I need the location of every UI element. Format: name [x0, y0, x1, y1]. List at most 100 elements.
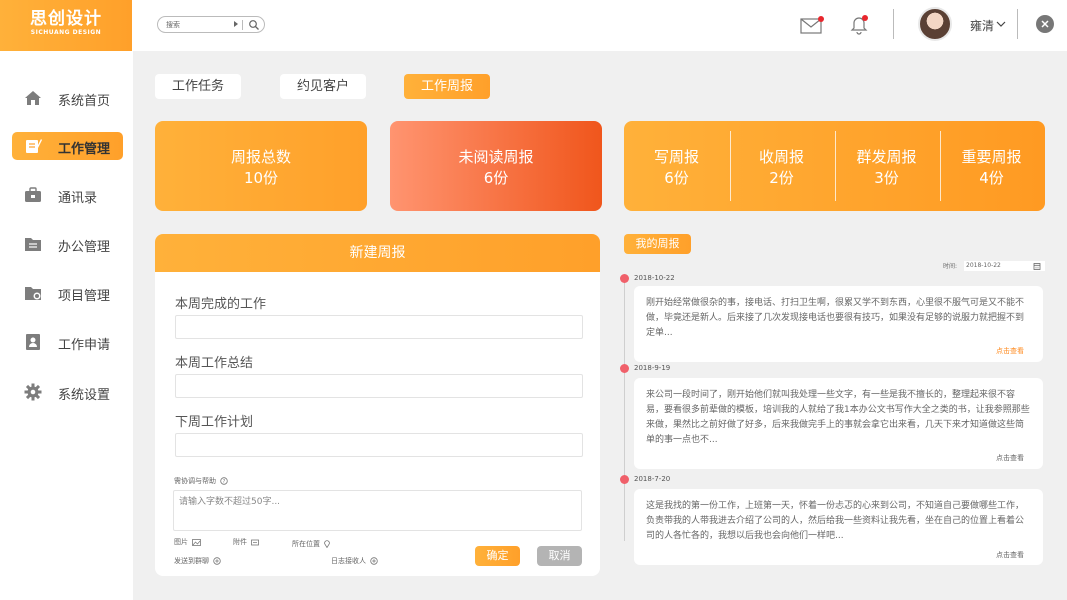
date-picker[interactable]: 2018-10-22: [964, 261, 1045, 271]
stat-received-reports[interactable]: 收周报 2份: [729, 121, 834, 211]
stat-broadcast-reports[interactable]: 群发周报 3份: [834, 121, 939, 211]
report-date: 2018-7-20: [634, 475, 671, 483]
tab-weekly-reports[interactable]: 工作周报: [404, 74, 490, 99]
report-card[interactable]: 来公司一段时间了，刚开始他们就叫我处理一些文字，有一些是我不擅长的，整理起来很不…: [634, 378, 1043, 469]
attach-image-label: 图片: [174, 538, 188, 546]
chevron-down-icon[interactable]: [996, 20, 1006, 28]
close-button[interactable]: [1036, 15, 1054, 33]
paperclip-icon: [251, 539, 260, 545]
question-icon[interactable]: ?: [220, 477, 228, 485]
sidebar-item-work-management[interactable]: 工作管理: [12, 132, 123, 160]
stat-value: 3份: [874, 169, 899, 187]
mail-icon[interactable]: [800, 15, 826, 35]
stat-value: 4份: [979, 169, 1004, 187]
stat-value: 10份: [243, 169, 279, 187]
search-icon[interactable]: [248, 19, 260, 31]
folder-gear-icon: [25, 287, 41, 300]
sidebar-item-label: 系统设置: [58, 388, 111, 403]
stat-card-unread[interactable]: 未阅读周报 6份: [390, 121, 602, 211]
field-label-completed: 本周完成的工作: [175, 297, 267, 312]
close-icon: [1041, 20, 1049, 28]
sidebar-item-label: 办公管理: [58, 240, 111, 255]
attach-file-button[interactable]: 附件: [233, 537, 260, 547]
bell-icon[interactable]: [848, 13, 870, 37]
confirm-button[interactable]: 确定: [475, 546, 520, 566]
search-input[interactable]: [166, 18, 236, 31]
attach-image-button[interactable]: 图片: [174, 537, 202, 547]
avatar[interactable]: [918, 7, 952, 41]
timeline-dot: [620, 364, 629, 373]
stat-title: 写周报: [653, 148, 699, 166]
send-to-group-button[interactable]: 发送到群聊: [174, 556, 221, 566]
receivers-button[interactable]: 日志接收人: [331, 556, 378, 566]
home-icon: [25, 91, 41, 105]
report-card[interactable]: 这是我找的第一份工作，上班第一天，怀着一份忐忑的心来到公司，不知道自己要做哪些工…: [634, 489, 1043, 565]
report-excerpt: 这是我找的第一份工作，上班第一天，怀着一份忐忑的心来到公司，不知道自己要做哪些工…: [646, 501, 1025, 541]
help-label-text: 需协调与帮助: [174, 477, 216, 485]
sidebar-item-settings[interactable]: 系统设置: [12, 378, 123, 406]
location-pin-icon: [324, 540, 331, 548]
sidebar-item-home[interactable]: 系统首页: [12, 84, 123, 112]
logo-subtitle: SICHUANG DESIGN: [30, 29, 102, 36]
top-bar: 思创设计 SICHUANG DESIGN 雍清: [0, 0, 1067, 51]
view-report-link[interactable]: 点击查看: [996, 550, 1024, 560]
report-excerpt: 刚开始经常做很杂的事，接电话、打扫卫生啊，很累又学不到东西，心里很不服气可是又不…: [646, 298, 1025, 338]
tab-work-tasks[interactable]: 工作任务: [155, 74, 241, 99]
briefcase-icon: [25, 187, 41, 202]
search-divider: [242, 20, 243, 30]
user-name[interactable]: 雍清: [970, 17, 994, 34]
timeline-line: [624, 279, 625, 541]
receivers-label: 日志接收人: [331, 557, 366, 565]
timeline-dot: [620, 475, 629, 484]
view-report-link[interactable]: 点击查看: [996, 453, 1024, 463]
work-summary-input[interactable]: [175, 374, 583, 398]
sidebar-item-applications[interactable]: 工作申请: [12, 328, 123, 356]
logo[interactable]: 思创设计 SICHUANG DESIGN: [0, 0, 132, 51]
caret-right-icon[interactable]: [234, 21, 238, 27]
sidebar-item-contacts[interactable]: 通讯录: [12, 181, 123, 209]
next-week-plan-input[interactable]: [175, 433, 583, 457]
view-report-link[interactable]: 点击查看: [996, 346, 1024, 356]
date-picker-value: 2018-10-22: [966, 262, 1001, 269]
time-filter: 时间: 2018-10-22: [943, 261, 1045, 271]
stat-write-reports[interactable]: 写周报 6份: [624, 121, 729, 211]
stat-title: 重要周报: [961, 148, 1022, 166]
stat-title: 周报总数: [230, 148, 291, 166]
report-card[interactable]: 刚开始经常做很杂的事，接电话、打扫卫生啊，很累又学不到东西，心里很不服气可是又不…: [634, 286, 1043, 362]
id-card-icon: [26, 334, 40, 350]
sidebar-item-label: 系统首页: [58, 94, 111, 109]
my-reports-title: 我的周报: [624, 234, 691, 254]
toolbar-divider: [893, 9, 894, 39]
calendar-icon[interactable]: [1033, 262, 1041, 270]
stat-card-total[interactable]: 周报总数 10份: [155, 121, 367, 211]
gear-icon: [24, 383, 42, 401]
edit-note-icon: [26, 139, 42, 153]
cancel-button[interactable]: 取消: [537, 546, 582, 566]
field-label-plan: 下周工作计划: [175, 415, 254, 430]
svg-text:?: ?: [223, 479, 226, 485]
folder-doc-icon: [25, 238, 41, 251]
plus-circle-icon: [213, 557, 221, 565]
timeline-dot: [620, 274, 629, 283]
sidebar-item-office[interactable]: 办公管理: [12, 230, 123, 258]
stat-card-group: 写周报 6份 收周报 2份 群发周报 3份 重要周报 4份: [624, 121, 1045, 211]
completed-work-input[interactable]: [175, 315, 583, 339]
stat-value: 6份: [664, 169, 689, 187]
stat-title: 收周报: [758, 148, 804, 166]
stat-title: 未阅读周报: [458, 148, 534, 166]
location-label: 所在位置: [292, 540, 320, 548]
send-to-group-label: 发送到群聊: [174, 557, 209, 565]
new-report-panel: 新建周报 本周完成的工作 本周工作总结 下周工作计划 需协调与帮助 ? 图片 附…: [155, 234, 600, 576]
help-textarea[interactable]: [173, 490, 582, 531]
plus-circle-icon: [370, 557, 378, 565]
tab-client-meetings[interactable]: 约见客户: [280, 74, 366, 99]
stat-important-reports[interactable]: 重要周报 4份: [939, 121, 1044, 211]
help-label: 需协调与帮助 ?: [174, 476, 228, 486]
location-button[interactable]: 所在位置: [292, 539, 331, 549]
sidebar: 系统首页 工作管理 通讯录 办公管理 项目管理 工作申请 系统设置: [0, 51, 133, 600]
report-excerpt: 来公司一段时间了，刚开始他们就叫我处理一些文字，有一些是我不擅长的，整理起来很不…: [646, 390, 1030, 445]
sidebar-item-projects[interactable]: 项目管理: [12, 279, 123, 307]
field-label-summary: 本周工作总结: [175, 356, 254, 371]
logo-name: 思创设计: [30, 9, 102, 29]
sidebar-item-label: 工作管理: [58, 142, 111, 157]
